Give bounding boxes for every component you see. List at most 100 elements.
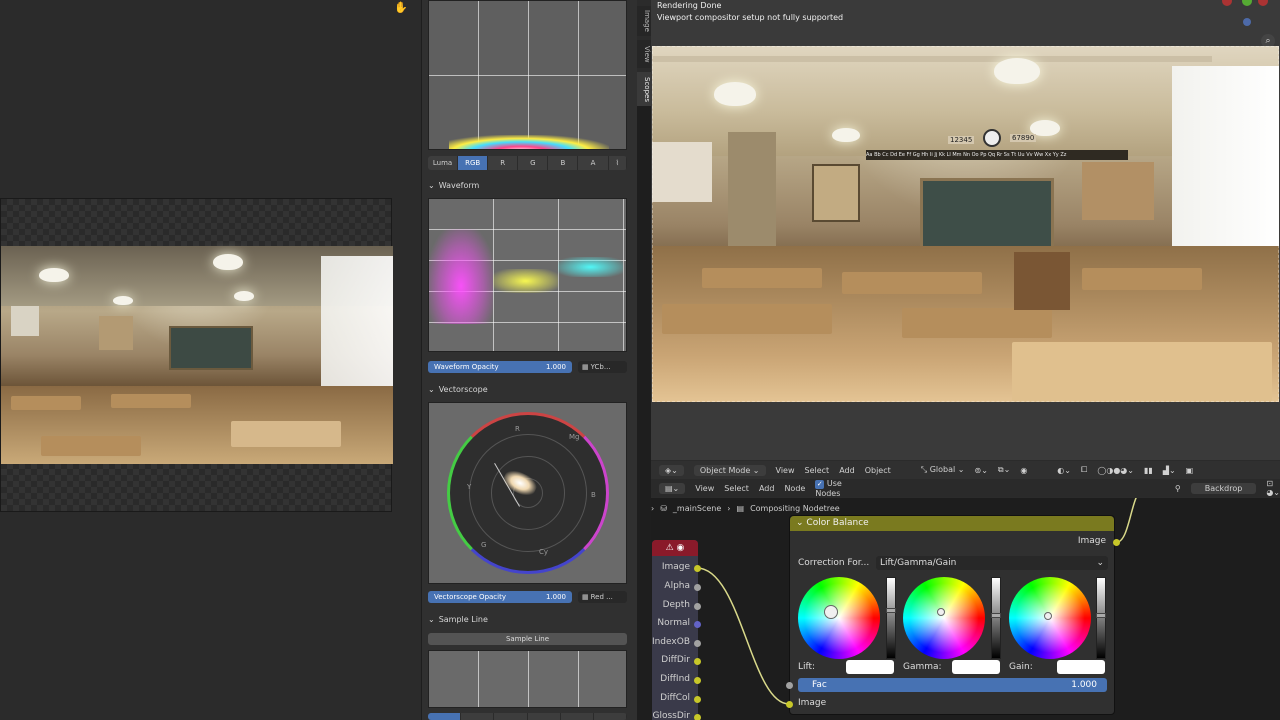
histogram-channel-selector[interactable]: Luma RGB R G B A ⌇ xyxy=(428,156,627,170)
node-menu-select[interactable]: Select xyxy=(724,484,749,493)
xray-icon[interactable]: ⧠ xyxy=(1081,465,1087,475)
sample-line-title: Sample Line xyxy=(438,614,488,624)
image-canvas[interactable] xyxy=(0,198,393,512)
backdrop-button[interactable]: Backdrop xyxy=(1190,482,1257,494)
chevron-down-icon: ⌄ xyxy=(1096,558,1104,568)
node-menu-view[interactable]: View xyxy=(695,484,714,493)
transform-orientation-dropdown[interactable]: ⤡ Global ⌄ xyxy=(921,465,965,475)
vectorscope-panel-header[interactable]: ⌄ Vectorscope xyxy=(422,381,632,397)
node-editor-header[interactable]: ▤⌄ View Select Add Node ✓ Use Nodes ⚲ Ba… xyxy=(651,479,1280,498)
socket-image-out[interactable] xyxy=(694,565,701,572)
waveform-panel-header[interactable]: ⌄ Waveform xyxy=(422,177,632,193)
node-editor-type-icon[interactable]: ▤⌄ xyxy=(659,482,686,494)
gain-color-field[interactable] xyxy=(1057,660,1105,674)
sample-line-button[interactable]: Sample Line xyxy=(428,633,627,645)
chevron-down-icon: ⌄ xyxy=(428,384,435,394)
render-layers-header[interactable]: ⚠ ◉ xyxy=(652,540,698,556)
render-layers-node[interactable]: ⚠ ◉ Image Alpha Depth Normal IndexOB Dif… xyxy=(652,540,698,720)
color-balance-header[interactable]: ⌄ Color Balance xyxy=(790,516,1114,531)
sample-line-channel-selector[interactable] xyxy=(428,713,627,720)
proportional-icon[interactable]: ◉ xyxy=(1020,466,1027,475)
scopes-panel[interactable]: Luma RGB R G B A ⌇ ⌄ Waveform Waveform O xyxy=(421,0,637,720)
image-editor[interactable]: ✋ xyxy=(0,0,421,720)
object-mode-dropdown[interactable]: Object Mode ⌄ xyxy=(693,464,766,476)
channel-luma[interactable]: Luma xyxy=(428,156,459,170)
gizmo-axes-icon[interactable] xyxy=(1222,0,1276,10)
editor-type-icon[interactable]: ◈⌄ xyxy=(659,464,684,476)
vectorscope-mode-dropdown[interactable]: ▦ Red ... xyxy=(578,591,627,603)
overlay-icon[interactable]: ◐⌄ xyxy=(1057,466,1071,475)
color-balance-node[interactable]: ⌄ Color Balance Image Correction For... … xyxy=(789,515,1115,715)
backdrop-options-icon[interactable]: ⊡ ◕⌄ xyxy=(1266,479,1280,497)
socket-indexob-out[interactable] xyxy=(694,640,701,647)
socket-diffdir-out[interactable] xyxy=(694,658,701,665)
sidebar-toggle-icon[interactable]: ▣ xyxy=(1186,466,1194,475)
vector-label-y: Y xyxy=(467,483,472,491)
output-diffind: DiffInd xyxy=(660,674,690,684)
waveform-mode-dropdown[interactable]: ▦ YCb... xyxy=(578,361,627,373)
viewport-chart-icon[interactable]: ▟⌄ xyxy=(1163,466,1176,475)
waveform-opacity-slider[interactable]: Waveform Opacity 1.000 xyxy=(428,361,572,373)
gain-value-slider[interactable] xyxy=(1096,577,1106,659)
channel-g[interactable]: G xyxy=(518,156,549,170)
tab-view[interactable]: View xyxy=(637,40,651,68)
view3d-menu-select[interactable]: Select xyxy=(805,466,830,475)
eye-icon: ◉ xyxy=(676,543,685,553)
socket-normal-out[interactable] xyxy=(694,621,701,628)
gain-wheel-knob[interactable] xyxy=(1044,612,1052,620)
fac-slider[interactable]: Fac 1.000 xyxy=(798,678,1107,692)
socket-diffind-out[interactable] xyxy=(694,677,701,684)
vector-label-g: G xyxy=(481,541,487,549)
view3d-menu-add[interactable]: Add xyxy=(839,466,855,475)
socket-diffcol-out[interactable] xyxy=(694,696,701,703)
image-input-socket[interactable] xyxy=(786,701,793,708)
pivot-icon[interactable]: ⊚⌄ xyxy=(974,466,987,475)
lift-color-wheel[interactable] xyxy=(798,577,880,659)
shading-icons[interactable]: ◯◑●◕⌄ xyxy=(1097,466,1134,475)
gamma-value-slider[interactable] xyxy=(991,577,1001,659)
gamma-color-field[interactable] xyxy=(952,660,1000,674)
chevron-down-icon: ⌄ xyxy=(428,614,435,624)
correction-dropdown[interactable]: Lift/Gamma/Gain ⌄ xyxy=(876,556,1108,570)
side-tab-strip xyxy=(637,106,651,720)
tab-scopes[interactable]: Scopes xyxy=(637,72,651,106)
fac-input-socket[interactable] xyxy=(786,682,793,689)
log-curve-icon[interactable]: ⌇ xyxy=(609,156,627,170)
hand-tool-icon[interactable]: ✋ xyxy=(394,1,408,14)
render-region-icon[interactable]: ▮▮ xyxy=(1144,466,1153,475)
vectorscope-scope: R Mg B Cy G Y xyxy=(428,402,627,584)
navigation-gizmo[interactable] xyxy=(1243,18,1251,26)
3d-viewport[interactable]: Rendering Done Viewport compositor setup… xyxy=(651,0,1280,460)
color-balance-output-socket[interactable] xyxy=(1113,539,1120,546)
socket-glossdir-out[interactable] xyxy=(694,714,701,720)
socket-depth-out[interactable] xyxy=(694,603,701,610)
compositor-node-editor[interactable]: › ⛁ _mainScene › ▤ Compositing Nodetree … xyxy=(651,498,1280,720)
view3d-menu-object[interactable]: Object xyxy=(865,466,891,475)
output-image: Image xyxy=(661,562,690,572)
tab-image[interactable]: Image xyxy=(637,6,651,36)
channel-r[interactable]: R xyxy=(488,156,519,170)
lift-color-field[interactable] xyxy=(846,660,894,674)
vectorscope-opacity-slider[interactable]: Vectorscope Opacity 1.000 xyxy=(428,591,572,603)
use-nodes-checkbox[interactable]: ✓ Use Nodes xyxy=(815,479,843,498)
lift-value-slider[interactable] xyxy=(886,577,896,659)
chevron-down-icon: ⌄ xyxy=(796,518,804,528)
correction-label: Correction For... xyxy=(798,558,870,568)
channel-a[interactable]: A xyxy=(578,156,609,170)
gamma-label: Gamma: xyxy=(903,662,942,672)
gamma-wheel-knob[interactable] xyxy=(937,608,945,616)
lift-wheel-knob[interactable] xyxy=(824,605,838,619)
3d-view-header[interactable]: ◈⌄ Object Mode ⌄ View Select Add Object … xyxy=(651,461,1280,479)
channel-b[interactable]: B xyxy=(548,156,579,170)
warning-icon: ⚠ xyxy=(665,543,674,553)
snap-icon[interactable]: ⧉⌄ xyxy=(998,465,1010,475)
image-icon: ▦ xyxy=(582,593,589,601)
node-menu-add[interactable]: Add xyxy=(759,484,775,493)
gamma-color-wheel[interactable] xyxy=(903,577,985,659)
node-menu-node[interactable]: Node xyxy=(784,484,805,493)
channel-rgb[interactable]: RGB xyxy=(458,156,489,170)
view3d-menu-view[interactable]: View xyxy=(776,466,795,475)
pin-icon[interactable]: ⚲ xyxy=(1175,484,1181,493)
sample-line-panel-header[interactable]: ⌄ Sample Line xyxy=(422,611,632,627)
socket-alpha-out[interactable] xyxy=(694,584,701,591)
